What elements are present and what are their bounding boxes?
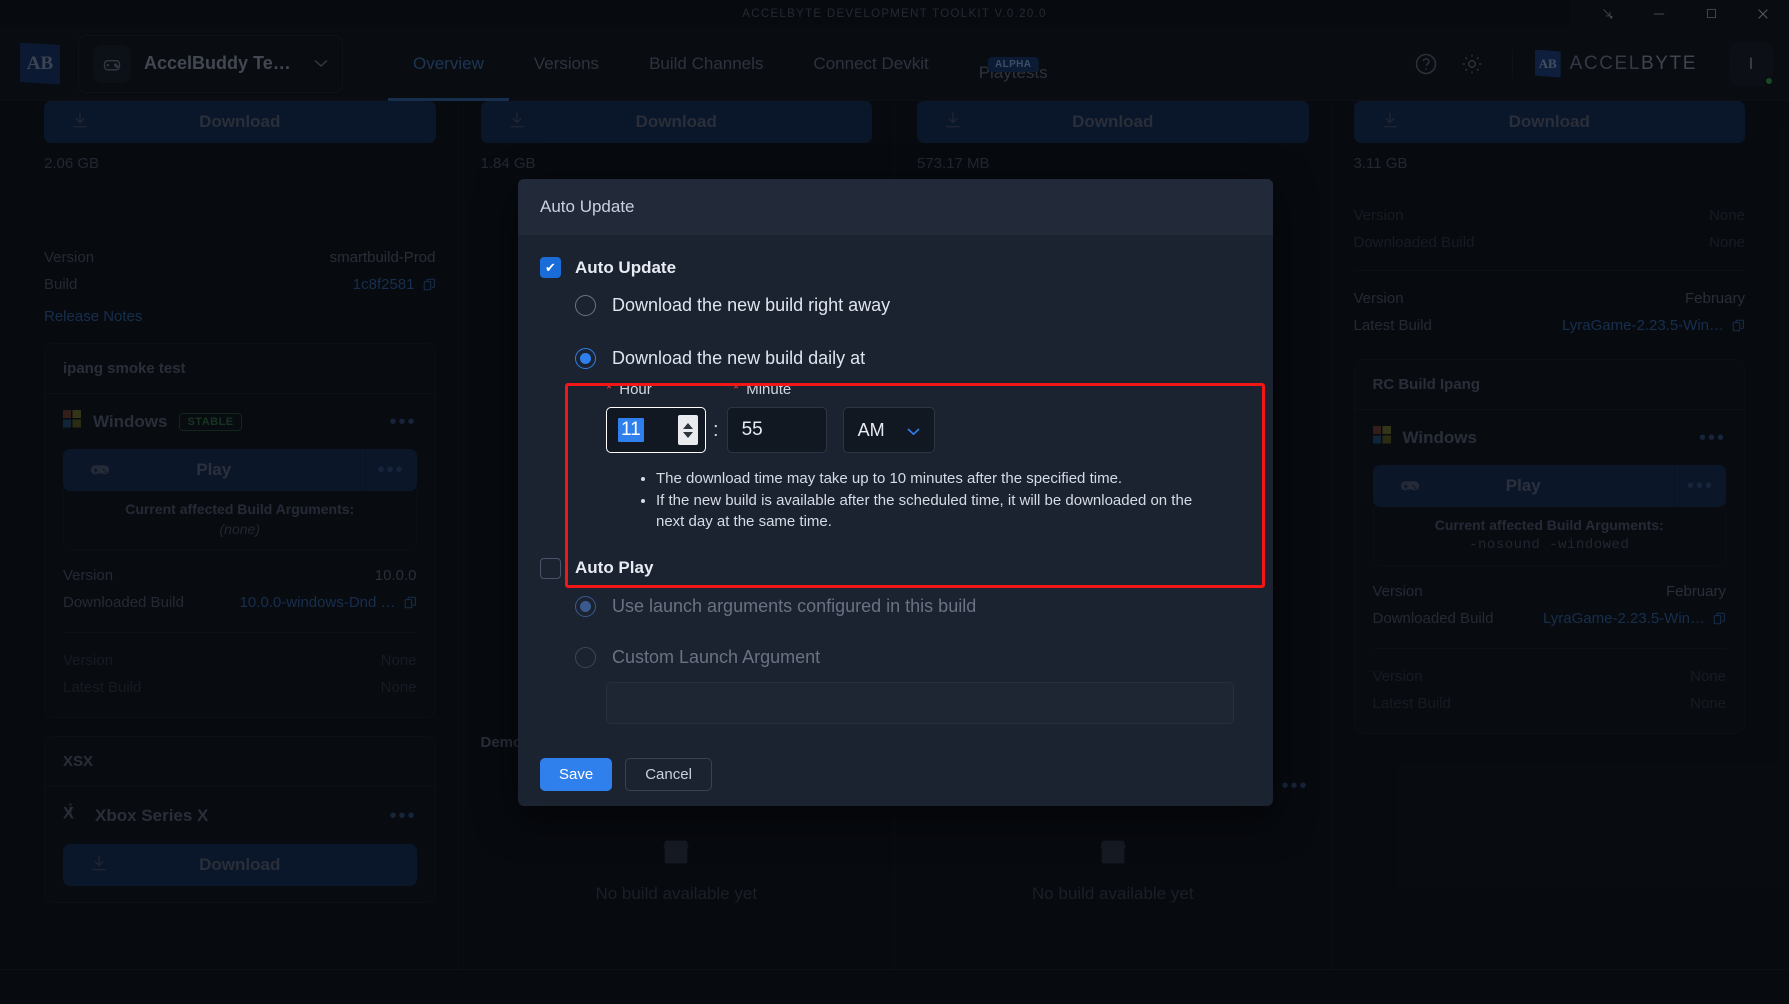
option-use-build-args-label: Use launch arguments configured in this …: [612, 595, 977, 616]
modal-footer: Save Cancel: [518, 757, 1273, 791]
auto-update-checkbox-row[interactable]: ✔ Auto Update: [540, 257, 1251, 278]
option-use-build-args[interactable]: Use launch arguments configured in this …: [575, 595, 1251, 617]
minute-label-text: Minute: [746, 381, 792, 398]
chevron-down-icon: [907, 420, 920, 441]
option-download-daily[interactable]: Download the new build daily at: [575, 348, 1251, 369]
meridiem-value: AM: [857, 419, 885, 440]
auto-update-modal: Auto Update ✔ Auto Update Download the n…: [518, 179, 1273, 806]
auto-update-checkbox-label: Auto Update: [575, 257, 677, 277]
minute-value: 55: [741, 419, 763, 440]
meridiem-select[interactable]: AM: [842, 407, 935, 453]
hour-label-text: Hour: [619, 381, 652, 398]
schedule-time-row: * Hour * Minute 11 : 55 AM: [606, 381, 1251, 453]
minute-label: * Minute: [733, 381, 791, 398]
radio-custom-arg[interactable]: [575, 646, 596, 668]
time-separator: :: [713, 418, 719, 441]
cancel-button[interactable]: Cancel: [625, 757, 712, 791]
option-download-daily-label: Download the new build daily at: [612, 348, 866, 368]
hour-value: 11: [618, 418, 644, 442]
schedule-note: If the new build is available after the …: [656, 491, 1220, 532]
hour-input[interactable]: 11: [606, 407, 706, 453]
auto-play-checkbox[interactable]: [540, 557, 561, 579]
option-custom-arg-label: Custom Launch Argument: [612, 646, 821, 667]
option-download-now-label: Download the new build right away: [612, 295, 891, 315]
schedule-notes: The download time may take up to 10 minu…: [640, 469, 1220, 532]
time-field-labels: * Hour * Minute: [606, 381, 1251, 398]
hour-stepper[interactable]: [678, 415, 698, 445]
required-asterisk: *: [606, 380, 613, 398]
modal-title: Auto Update: [518, 179, 1273, 235]
option-custom-arg[interactable]: Custom Launch Argument: [575, 646, 1251, 668]
radio-download-now[interactable]: [575, 295, 596, 316]
auto-update-checkbox[interactable]: ✔: [540, 257, 561, 278]
radio-use-build-args[interactable]: [575, 595, 596, 617]
schedule-note: The download time may take up to 10 minu…: [656, 469, 1220, 489]
minute-input[interactable]: 55: [726, 407, 827, 453]
save-button[interactable]: Save: [540, 757, 613, 791]
auto-play-checkbox-label: Auto Play: [575, 558, 654, 578]
radio-download-daily[interactable]: [575, 348, 596, 369]
stepper-up-icon[interactable]: [683, 422, 693, 429]
option-download-now[interactable]: Download the new build right away: [575, 295, 1251, 316]
custom-launch-argument-input[interactable]: [606, 681, 1234, 724]
stepper-down-icon[interactable]: [683, 431, 693, 438]
modal-body: ✔ Auto Update Download the new build rig…: [518, 235, 1273, 724]
auto-play-checkbox-row[interactable]: Auto Play: [540, 557, 1251, 579]
required-asterisk: *: [733, 380, 740, 398]
hour-label: * Hour: [606, 381, 733, 398]
app-window: ACCELBYTE DEVELOPMENT TOOLKIT V.0.20.0 A…: [0, 0, 1789, 1004]
time-inputs: 11 : 55 AM: [606, 407, 1251, 453]
